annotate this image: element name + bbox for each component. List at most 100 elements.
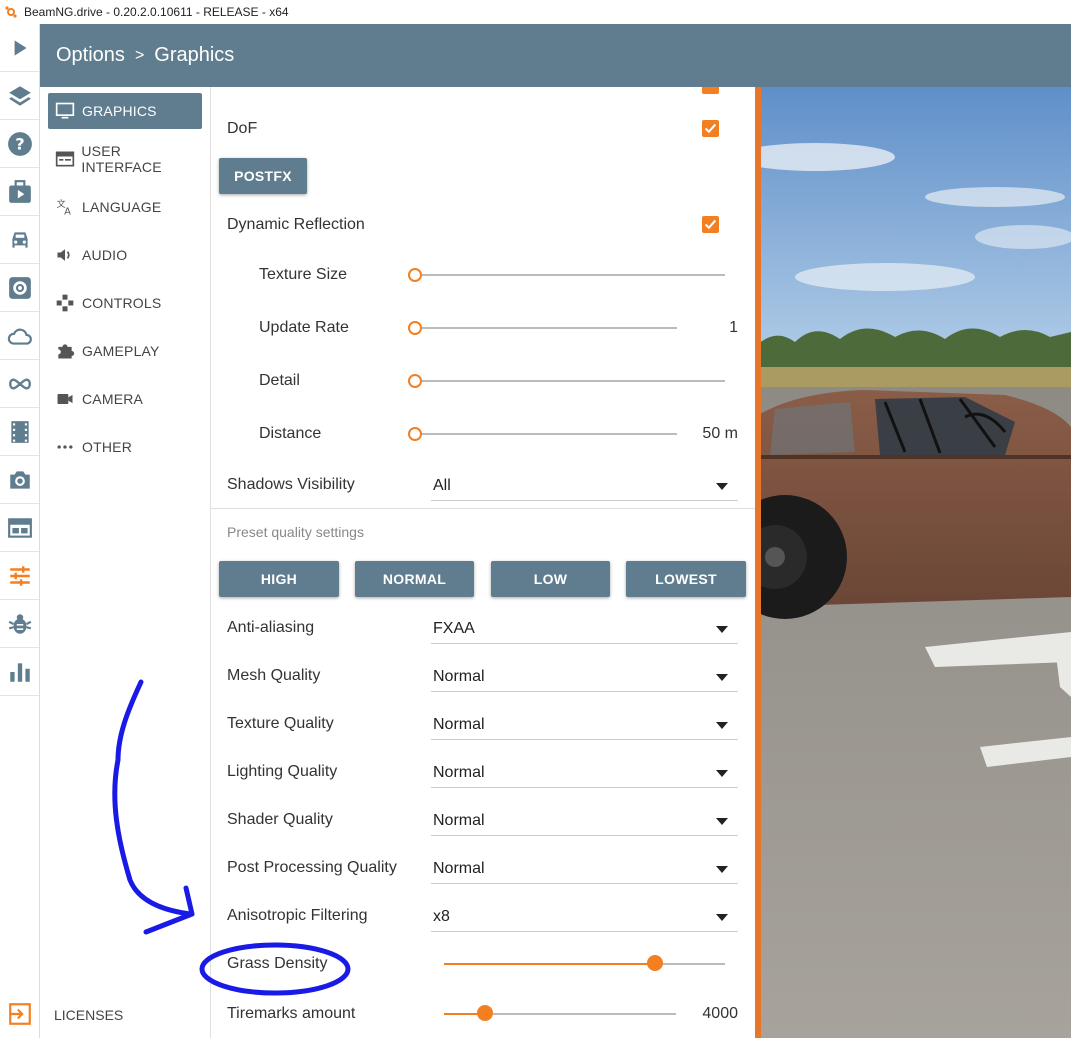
slider-track xyxy=(415,274,725,276)
more-icon xyxy=(54,436,76,458)
preset-low-button[interactable]: LOW xyxy=(491,561,610,597)
viewport-scene xyxy=(755,87,1071,1038)
sidenav-item-label: CAMERA xyxy=(82,391,144,407)
play-icon[interactable] xyxy=(0,24,39,72)
sidenav-item-gameplay[interactable]: GAMEPLAY xyxy=(48,333,202,369)
help-icon[interactable]: ? xyxy=(0,120,39,168)
setting-label: Shader Quality xyxy=(227,811,333,828)
layers-icon[interactable] xyxy=(0,72,39,120)
setting-label: Lighting Quality xyxy=(227,763,338,780)
licenses-link[interactable]: LICENSES xyxy=(54,1007,123,1023)
chart-icon[interactable] xyxy=(0,648,39,696)
setting-row-update-rate: Update Rate 1 xyxy=(211,308,755,348)
graphics-settings-panel: DoF POSTFX Dynamic Reflection Texture Si… xyxy=(211,87,755,1038)
svg-text:A: A xyxy=(64,207,71,218)
translate-icon: 文A xyxy=(54,196,76,218)
sidenav-item-graphics[interactable]: GRAPHICS xyxy=(48,93,202,129)
camera-icon[interactable] xyxy=(0,456,39,504)
postfx-button[interactable]: POSTFX xyxy=(219,158,307,194)
setting-label: Dynamic Reflection xyxy=(227,216,365,233)
breadcrumb-options[interactable]: Options xyxy=(56,44,125,67)
setting-label: Anti-aliasing xyxy=(227,619,315,636)
breadcrumb-separator: > xyxy=(134,46,145,64)
options-header: Options > Graphics xyxy=(40,24,1071,87)
game-viewport xyxy=(755,87,1071,1038)
missions-icon[interactable] xyxy=(0,168,39,216)
post-processing-quality-select[interactable]: Normal xyxy=(431,854,738,884)
slider-track xyxy=(415,380,725,382)
update-rate-value: 1 xyxy=(729,319,738,336)
main-menu-rail: ? xyxy=(0,24,40,1038)
preset-lowest-button[interactable]: LOWEST xyxy=(626,561,746,597)
dropdown-caret-icon xyxy=(716,866,728,873)
grass-density-fill xyxy=(444,963,655,965)
setting-label: Anisotropic Filtering xyxy=(227,907,368,924)
settings-icon[interactable] xyxy=(0,264,39,312)
bug-icon[interactable] xyxy=(0,600,39,648)
window-titlebar: BeamNG.drive - 0.20.2.0.10611 - RELEASE … xyxy=(0,0,1071,24)
page-title: Graphics xyxy=(154,44,235,66)
setting-label: Shadows Visibility xyxy=(227,476,355,493)
checkbox-partial[interactable] xyxy=(702,87,719,94)
exit-icon[interactable] xyxy=(0,990,39,1038)
setting-label: Grass Density xyxy=(227,955,328,972)
setting-label: Update Rate xyxy=(259,319,349,336)
setting-row-grass-density: Grass Density xyxy=(211,944,755,984)
film-icon[interactable] xyxy=(0,408,39,456)
select-value: FXAA xyxy=(433,620,475,637)
sidenav-item-language[interactable]: 文A LANGUAGE xyxy=(48,189,202,225)
distance-slider[interactable] xyxy=(408,427,422,441)
setting-row-mesh-quality: Mesh Quality Normal xyxy=(211,656,755,696)
setting-label: Mesh Quality xyxy=(227,667,321,684)
slider-track xyxy=(415,433,677,435)
dropdown-caret-icon xyxy=(716,914,728,921)
setting-label: DoF xyxy=(227,120,258,137)
cloud-icon[interactable] xyxy=(0,312,39,360)
dynamic-reflection-checkbox[interactable] xyxy=(702,216,719,233)
mesh-quality-select[interactable]: Normal xyxy=(431,662,738,692)
setting-row-detail: Detail xyxy=(211,361,755,401)
grass-density-slider[interactable] xyxy=(647,955,663,971)
texture-quality-select[interactable]: Normal xyxy=(431,710,738,740)
sidenav-item-camera[interactable]: CAMERA xyxy=(48,381,202,417)
car-icon[interactable] xyxy=(0,216,39,264)
gamepad-icon xyxy=(54,292,76,314)
sidenav-item-other[interactable]: OTHER xyxy=(48,429,202,465)
setting-label: Post Processing Quality xyxy=(227,859,397,876)
viewport-border xyxy=(755,87,761,1038)
slider-track xyxy=(415,327,677,329)
setting-label: Texture Size xyxy=(259,266,348,283)
sidenav-item-label: CONTROLS xyxy=(82,295,162,311)
sidenav-item-controls[interactable]: CONTROLS xyxy=(48,285,202,321)
window-icon xyxy=(54,148,75,170)
tiremarks-amount-value: 4000 xyxy=(702,1005,738,1022)
dropdown-caret-icon xyxy=(716,674,728,681)
sidenav-item-user-interface[interactable]: USER INTERFACE xyxy=(48,141,202,177)
dof-checkbox[interactable] xyxy=(702,120,719,137)
layout-icon[interactable] xyxy=(0,504,39,552)
dropdown-caret-icon xyxy=(716,818,728,825)
update-rate-slider[interactable] xyxy=(408,321,422,335)
infinity-icon[interactable] xyxy=(0,360,39,408)
lighting-quality-select[interactable]: Normal xyxy=(431,758,738,788)
shadows-visibility-select[interactable]: All xyxy=(431,471,738,501)
tiremarks-amount-slider[interactable] xyxy=(477,1005,493,1021)
setting-row-texture-size: Texture Size xyxy=(211,255,755,295)
preset-normal-button[interactable]: NORMAL xyxy=(355,561,474,597)
texture-size-slider[interactable] xyxy=(408,268,422,282)
preset-high-button[interactable]: HIGH xyxy=(219,561,339,597)
divider xyxy=(211,508,755,509)
sidenav-item-audio[interactable]: AUDIO xyxy=(48,237,202,273)
select-value: x8 xyxy=(433,908,450,925)
anti-aliasing-select[interactable]: FXAA xyxy=(431,614,738,644)
setting-row-dynamic-reflection: Dynamic Reflection xyxy=(211,205,755,245)
monitor-icon xyxy=(54,100,76,122)
svg-text:?: ? xyxy=(15,134,24,153)
sidenav-item-label: LANGUAGE xyxy=(82,199,162,215)
dropdown-caret-icon xyxy=(716,483,728,490)
anisotropic-filtering-select[interactable]: x8 xyxy=(431,902,738,932)
select-value: Normal xyxy=(433,668,485,685)
sliders-icon[interactable] xyxy=(0,552,39,600)
shader-quality-select[interactable]: Normal xyxy=(431,806,738,836)
detail-slider[interactable] xyxy=(408,374,422,388)
